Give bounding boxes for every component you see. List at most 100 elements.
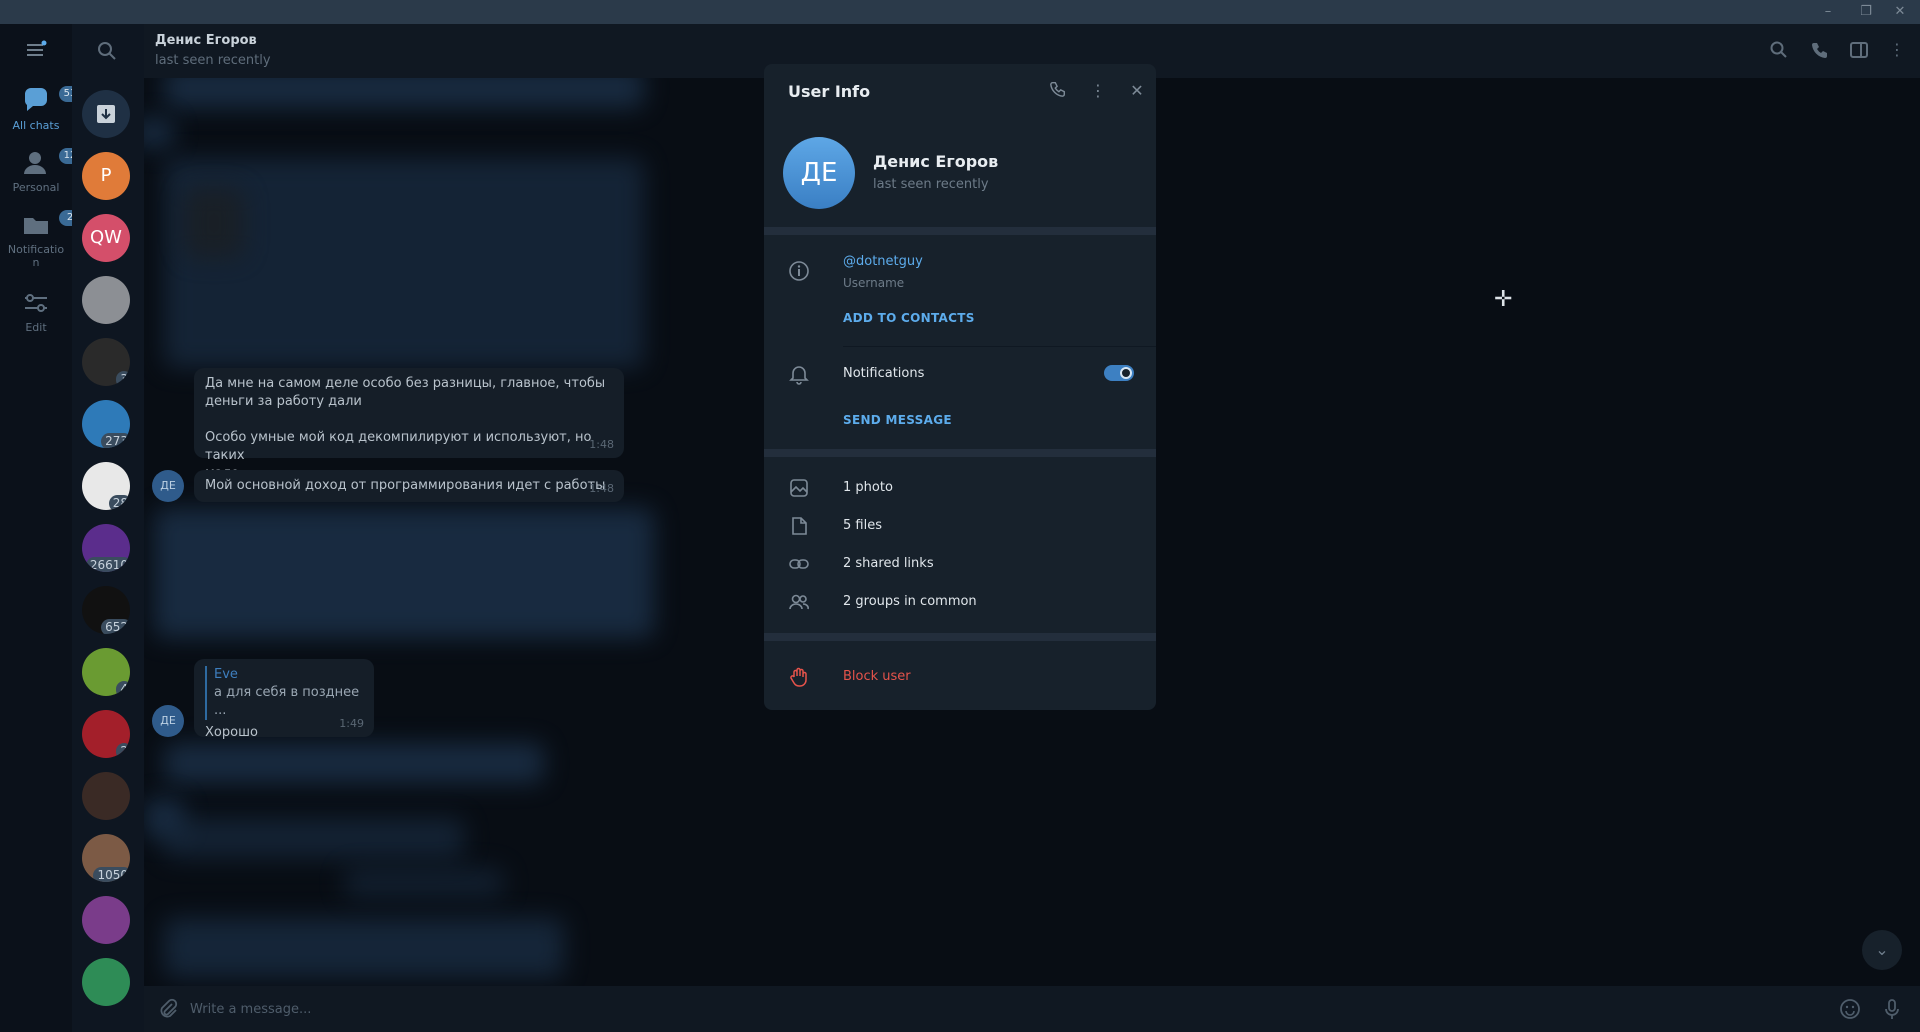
message-text: деньги за работу дали: [205, 394, 362, 409]
chat-list-avatar[interactable]: 26610: [82, 524, 130, 572]
chat-list-avatar[interactable]: [82, 958, 130, 1006]
username-label: Username: [843, 276, 905, 290]
sliders-icon: [21, 288, 51, 318]
folders-sidebar: 53 All chats 12 Personal 2 Notificatio n…: [0, 24, 81, 1032]
chat-list-avatar[interactable]: 2: [82, 710, 130, 758]
message-bubble[interactable]: Да мне на самом деле особо без разницы, …: [194, 368, 624, 481]
blurred-message: [154, 508, 654, 638]
archive-icon: [97, 105, 115, 123]
send-message-button[interactable]: SEND MESSAGE: [843, 413, 952, 427]
minimize-icon[interactable]: –: [1808, 0, 1848, 24]
chat-status: last seen recently: [155, 53, 271, 68]
folder-notifications[interactable]: 2 Notificatio n: [0, 210, 81, 269]
folder-label: Personal: [12, 181, 60, 194]
message-composer: [144, 986, 1920, 1032]
username-value[interactable]: @dotnetguy: [843, 254, 923, 269]
message-text: Особо умные мой код декомпилируют и испо…: [205, 430, 592, 463]
unread-badge: 28: [108, 495, 130, 510]
cursor-crosshair: ✛: [1494, 287, 1513, 312]
chat-list-avatar[interactable]: [82, 896, 130, 944]
blurred-avatar: [144, 118, 174, 148]
menu-icon[interactable]: [25, 39, 47, 61]
reply-quote[interactable]: Eve а для себя в позднее ...: [205, 666, 363, 720]
archive-chat-avatar[interactable]: [82, 90, 130, 138]
chat-list-avatar[interactable]: 28: [82, 462, 130, 510]
search-icon[interactable]: [1768, 40, 1790, 62]
file-icon: [788, 515, 810, 537]
groups-in-common-item[interactable]: 2 groups in common: [843, 594, 977, 609]
profile-name: Денис Егоров: [873, 152, 999, 171]
chat-list-avatar[interactable]: 4: [82, 648, 130, 696]
avatar[interactable]: ДЕ: [152, 470, 184, 502]
chat-list-avatar[interactable]: 3: [82, 338, 130, 386]
add-to-contacts-button[interactable]: ADD TO CONTACTS: [843, 311, 975, 325]
block-user-button[interactable]: Block user: [843, 669, 911, 684]
toggle-knob: [1120, 367, 1132, 379]
folder-icon: 2: [21, 210, 81, 240]
microphone-icon[interactable]: [1880, 998, 1904, 1022]
chat-list-avatar[interactable]: [82, 772, 130, 820]
emoji-icon[interactable]: [1838, 998, 1862, 1022]
chat-list-avatar[interactable]: QW: [82, 214, 130, 262]
unread-badge: 3: [116, 371, 130, 386]
unread-badge: 2: [116, 743, 130, 758]
unread-badge: 4: [116, 681, 130, 696]
link-icon: [788, 553, 810, 575]
window-titlebar: – ❐ ✕: [0, 0, 1920, 24]
message-input[interactable]: [190, 996, 1790, 1022]
sidebar-toggle-icon[interactable]: [1848, 40, 1870, 62]
avatar-initials: QW: [90, 227, 122, 248]
more-icon[interactable]: ⋮: [1886, 40, 1908, 62]
notifications-label: Notifications: [843, 366, 925, 381]
chat-list: P QW 3 273 28 26610 652 4 2 1050: [72, 24, 144, 1032]
chat-list-avatar[interactable]: 1050: [82, 834, 130, 882]
phone-icon[interactable]: [1809, 40, 1831, 62]
blurred-message: [164, 743, 544, 783]
divider: [843, 346, 1156, 347]
person-icon: 12: [21, 148, 81, 178]
chat-list-avatar[interactable]: 652: [82, 586, 130, 634]
message-time: 1:48: [589, 482, 614, 495]
chat-list-avatar[interactable]: P: [82, 152, 130, 200]
message-bubble[interactable]: Мой основной доход от программирования и…: [194, 470, 624, 502]
hand-stop-icon: [788, 666, 810, 688]
attach-icon[interactable]: [156, 998, 180, 1022]
unread-badge: 26610: [85, 557, 130, 572]
blurred-message: [164, 918, 564, 978]
blurred-message: [344, 868, 504, 898]
info-icon: [788, 260, 810, 282]
chats-icon: 53: [21, 86, 81, 116]
blurred-message: [164, 818, 464, 858]
message-bubble[interactable]: Eve а для себя в позднее ... Хорошо 1:49: [194, 659, 374, 740]
user-info-panel: User Info ⋮ ✕ ДЕ Денис Егоров last seen …: [764, 64, 1156, 710]
close-icon[interactable]: ✕: [1126, 80, 1148, 102]
folder-label: Notificatio n: [7, 243, 65, 269]
message-text: Мой основной доход от программирования и…: [205, 478, 606, 493]
chat-list-avatar[interactable]: 273: [82, 400, 130, 448]
folder-all-chats[interactable]: 53 All chats: [0, 86, 81, 132]
shared-files-item[interactable]: 5 files: [843, 518, 882, 533]
message-time: 1:49: [339, 717, 364, 730]
blurred-message: [164, 78, 644, 108]
avatar-initials: P: [100, 165, 112, 186]
group-icon: [788, 591, 810, 613]
shared-photos-item[interactable]: 1 photo: [843, 480, 893, 495]
section-separator: [764, 227, 1156, 235]
panel-header: User Info ⋮ ✕: [764, 64, 1156, 118]
notifications-toggle[interactable]: [1104, 365, 1134, 381]
avatar[interactable]: ДЕ: [152, 705, 184, 737]
profile-avatar[interactable]: ДЕ: [783, 137, 855, 209]
chat-list-avatar[interactable]: [82, 276, 130, 324]
phone-icon[interactable]: [1047, 80, 1069, 102]
close-window-icon[interactable]: ✕: [1880, 0, 1920, 24]
message-time: 1:48: [589, 438, 614, 451]
chat-title: Денис Егоров: [155, 33, 257, 48]
folder-personal[interactable]: 12 Personal: [0, 148, 81, 194]
section-separator: [764, 633, 1156, 641]
more-icon[interactable]: ⋮: [1087, 80, 1109, 102]
scroll-down-button[interactable]: ⌄: [1862, 930, 1902, 970]
shared-links-item[interactable]: 2 shared links: [843, 556, 934, 571]
reply-author: Eve: [214, 667, 238, 682]
search-icon[interactable]: [96, 40, 118, 62]
folder-edit[interactable]: Edit: [0, 288, 72, 334]
